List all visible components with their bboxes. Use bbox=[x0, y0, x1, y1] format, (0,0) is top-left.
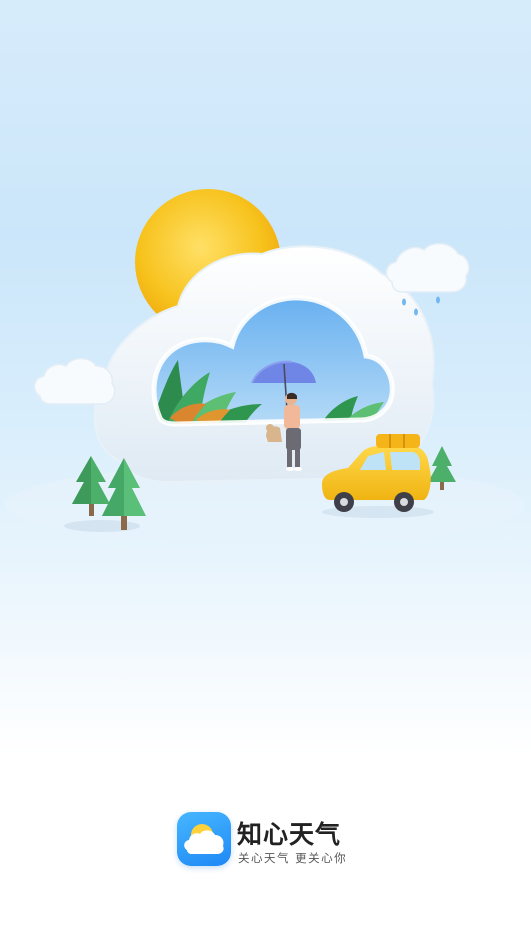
app-branding: 知心天气 关心天气 更关心你 bbox=[177, 811, 377, 871]
app-logo-icon bbox=[177, 812, 231, 866]
splash-screen: 知心天气 关心天气 更关心你 bbox=[0, 0, 531, 945]
small-cloud-left bbox=[33, 357, 116, 405]
app-slogan: 关心天气 更关心你 bbox=[238, 851, 348, 865]
app-name: 知心天气 bbox=[237, 820, 342, 849]
weather-illustration bbox=[5, 189, 525, 545]
